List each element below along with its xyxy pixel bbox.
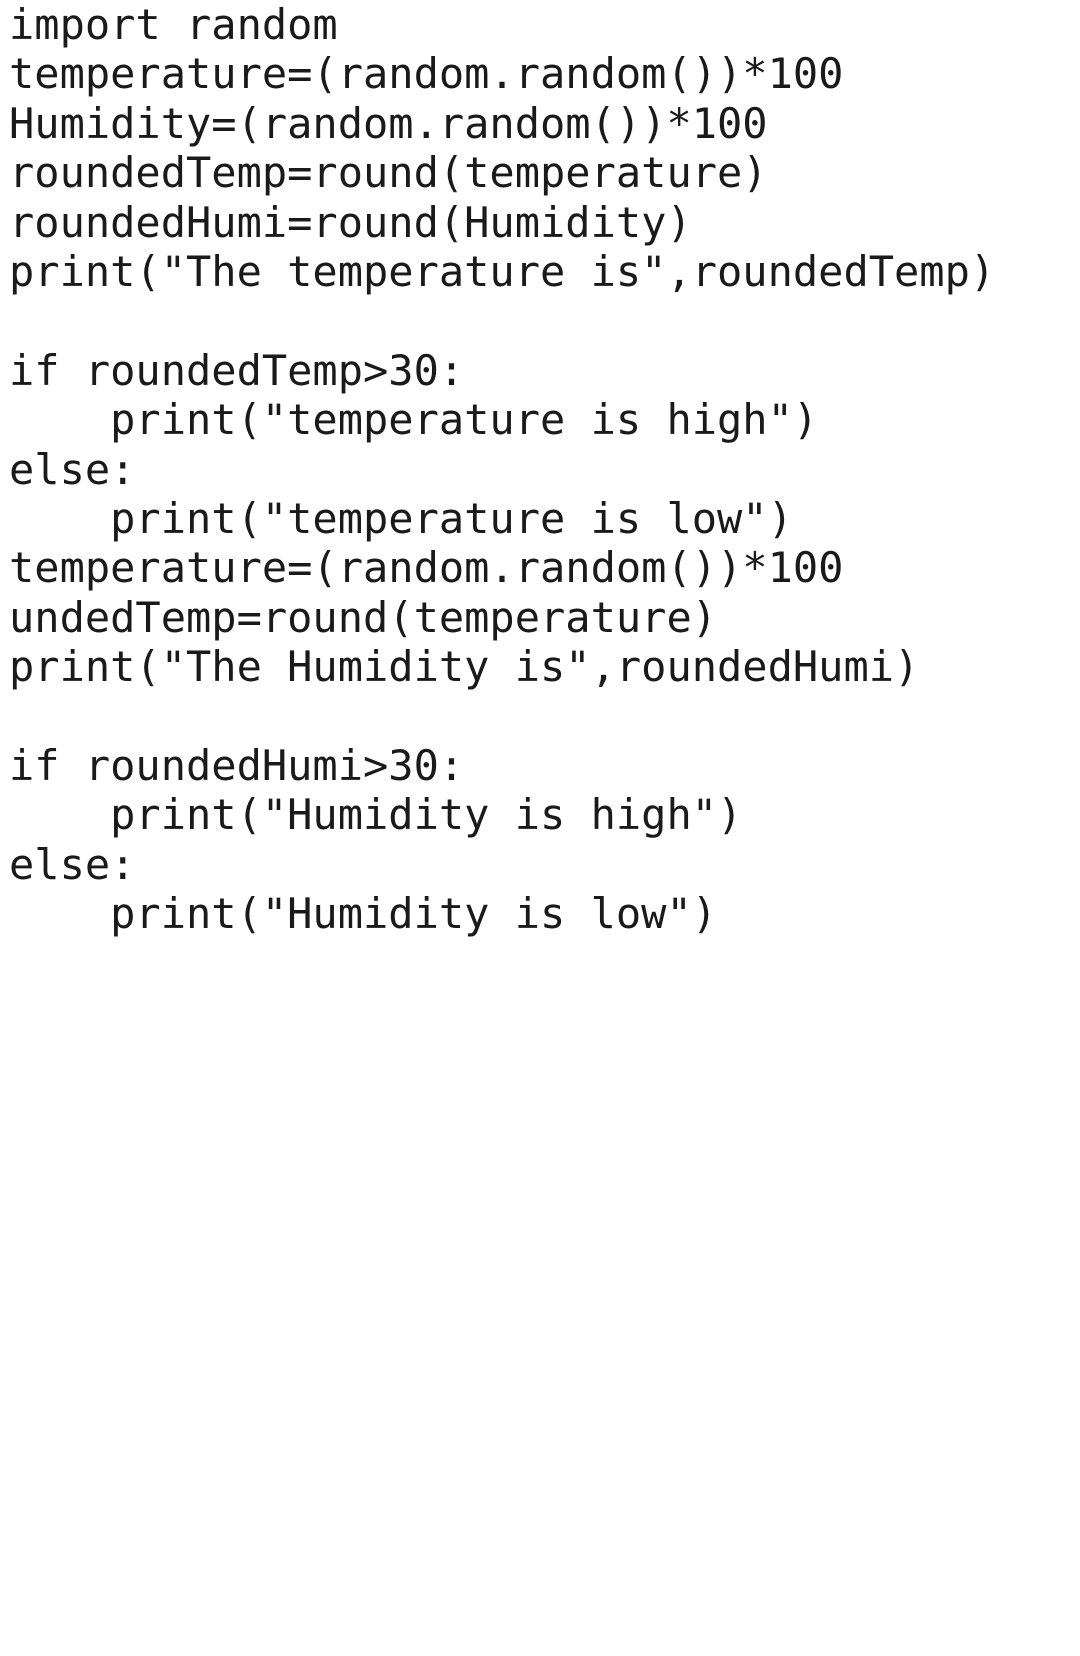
code-listing: import random temperature=(random.random… — [9, 0, 1069, 938]
code-line: undedTemp=round(temperature) — [9, 592, 718, 642]
code-line: temperature=(random.random())*100 — [9, 49, 844, 99]
code-line: else: — [9, 839, 136, 889]
code-line: print("The Humidity is",roundedHumi) — [9, 642, 920, 692]
code-line: temperature=(random.random())*100 — [9, 543, 844, 593]
code-line: print("temperature is high") — [9, 395, 819, 445]
code-line: roundedTemp=round(temperature) — [9, 148, 768, 198]
code-line: print("Humidity is low") — [9, 889, 718, 939]
code-line: roundedHumi=round(Humidity) — [9, 197, 692, 247]
code-line: else: — [9, 444, 136, 494]
code-line: print("Humidity is high") — [9, 790, 743, 840]
code-line: import random — [9, 0, 338, 49]
code-line: print("temperature is low") — [9, 493, 793, 543]
code-line: print("The temperature is",roundedTemp) — [9, 246, 996, 296]
code-line: Humidity=(random.random())*100 — [9, 98, 768, 148]
code-line: if roundedTemp>30: — [9, 345, 465, 395]
code-line: if roundedHumi>30: — [9, 740, 465, 790]
